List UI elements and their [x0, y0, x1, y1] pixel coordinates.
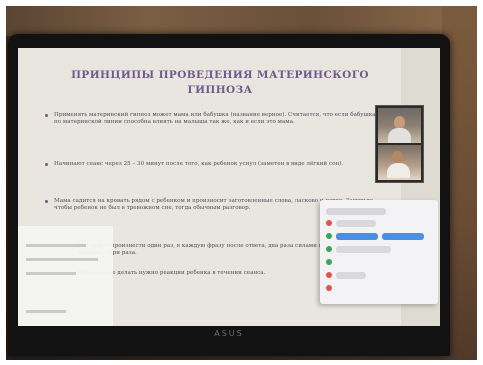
slide-bullet: Начинают сеанс через 25 – 30 минут после…: [45, 161, 384, 168]
status-dot: [326, 246, 332, 252]
participant-torso: [387, 163, 410, 178]
participant-video-tile[interactable]: [378, 108, 421, 143]
status-dot: [326, 233, 332, 239]
slide-title: ПРИНЦИПЫ ПРОВЕДЕНИЯ МАТЕРИНСКОГО ГИПНОЗА: [50, 68, 390, 98]
slide-bullet: Мы нужно произнести один раз, в каждую ф…: [78, 243, 337, 256]
side-panel-line: [26, 244, 86, 247]
participant-video-tile[interactable]: [378, 145, 421, 180]
participant-video-strip[interactable]: [375, 105, 424, 183]
status-dot: [326, 259, 332, 265]
status-dot: [326, 272, 332, 278]
laptop-brand-logo: ASUS: [214, 329, 244, 338]
chat-message-bar: [336, 272, 366, 279]
side-panel[interactable]: [18, 226, 113, 326]
photo: ПРИНЦИПЫ ПРОВЕДЕНИЯ МАТЕРИНСКОГО ГИПНОЗА…: [6, 6, 477, 360]
chat-message-bar: [336, 246, 391, 253]
status-dot: [326, 220, 332, 226]
participant-torso: [388, 128, 411, 143]
slide-title-line-1: ПРИНЦИПЫ ПРОВЕДЕНИЯ МАТЕРИНСКОГО: [71, 69, 369, 81]
side-panel-line: [26, 258, 98, 261]
chat-button[interactable]: [382, 233, 424, 240]
slide-bullet: Применять материнский гипноз может мама …: [45, 112, 384, 126]
status-dot: [326, 285, 332, 291]
chat-header-bar: [326, 208, 386, 215]
chat-message-bar: [336, 220, 376, 227]
chat-panel[interactable]: [320, 200, 438, 304]
slide-title-line-2: ГИПНОЗА: [187, 84, 253, 96]
slide-bullet: Наблюдение делать нужно реакции ребенка …: [78, 270, 266, 276]
laptop-screen: ПРИНЦИПЫ ПРОВЕДЕНИЯ МАТЕРИНСКОГО ГИПНОЗА…: [18, 48, 440, 326]
side-panel-line: [26, 272, 76, 275]
side-panel-line: [26, 310, 66, 313]
chat-button[interactable]: [336, 233, 378, 240]
